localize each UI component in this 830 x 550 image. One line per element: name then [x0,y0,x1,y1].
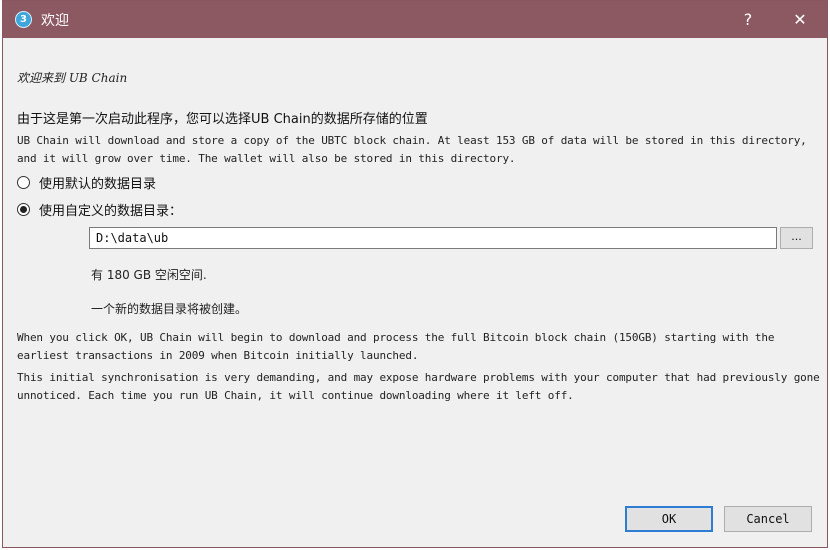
help-button[interactable]: ? [725,1,771,38]
close-button[interactable]: ✕ [777,1,823,38]
browse-button[interactable]: ... [780,227,813,249]
welcome-text: 欢迎来到 UB Chain [17,71,128,85]
dialog-body: 欢迎来到 UB Chain 由于这是第一次启动此程序，您可以选择UB Chain… [3,38,827,547]
window-title: 欢迎 [41,13,69,29]
welcome-dialog: 3 欢迎 ? ✕ 欢迎来到 UB Chain 由于这是第一次启动此程序，您可以选… [2,0,828,548]
default-dir-option[interactable]: 使用默认的数据目录 [17,173,156,192]
storage-description: UB Chain will download and store a copy … [17,134,807,165]
sync-warning: This initial synchronisation is very dem… [17,371,820,402]
download-note: When you click OK, UB Chain will begin t… [17,331,775,362]
custom-dir-option[interactable]: 使用自定义的数据目录： [17,200,182,219]
data-location-heading: 由于这是第一次启动此程序，您可以选择UB Chain的数据所存储的位置 [17,112,428,127]
title-bar[interactable]: 3 欢迎 ? ✕ [3,1,827,38]
app-logo-icon: 3 [15,11,32,28]
custom-dir-radio[interactable] [17,203,30,216]
ok-button[interactable]: OK [625,506,713,532]
data-directory-input[interactable] [89,227,777,249]
default-dir-label: 使用默认的数据目录 [39,177,157,192]
free-space-text: 有 180 GB 空闲空间. [91,268,207,282]
custom-dir-label: 使用自定义的数据目录： [39,204,183,219]
new-dir-text: 一个新的数据目录将被创建。 [91,302,248,316]
default-dir-radio[interactable] [17,176,30,189]
cancel-button[interactable]: Cancel [724,506,812,532]
